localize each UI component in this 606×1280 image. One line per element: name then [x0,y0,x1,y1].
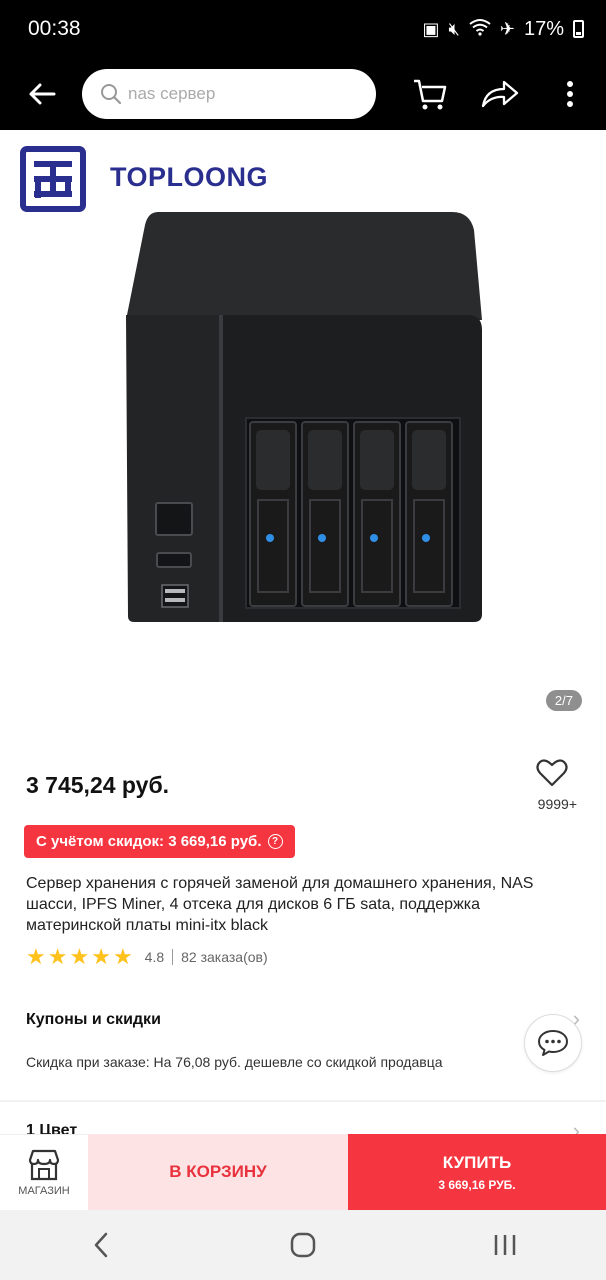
mute-icon: 🔇︎ [448,18,460,39]
wifi-icon [469,18,491,41]
top-bar [0,58,606,130]
recents-icon [494,1235,516,1255]
heart-icon [536,759,568,787]
rating-stars: ★ ★ ★ ★ ★ [26,946,133,968]
action-bar: МАГАЗИН В КОРЗИНУ КУПИТЬ 3 669,16 РУБ. [0,1134,606,1210]
star-icon: ★ [26,944,46,969]
more-vertical-icon [567,81,573,107]
more-options-button[interactable] [548,72,592,116]
battery-percent: 17% [523,17,564,40]
cart-button[interactable] [408,72,452,116]
star-icon: ★ [47,944,68,969]
nas-server-image [126,212,482,622]
shop-button[interactable]: МАГАЗИН [0,1134,88,1210]
share-icon [481,80,519,108]
search-input[interactable] [128,84,348,104]
airplane-icon: ✈ [499,18,515,39]
discount-badge[interactable]: С учётом скидок: 3 669,16 руб. ? [24,825,295,858]
product-rating[interactable]: ★ ★ ★ ★ ★ 4.8 82 заказа(ов) [26,946,268,968]
question-icon: ? [267,834,283,849]
home-circle-icon [290,1232,316,1258]
image-counter: 2/7 [545,690,582,711]
star-icon: ★ [112,944,133,969]
buy-now-button[interactable]: КУПИТЬ 3 669,16 РУБ. [348,1134,606,1210]
product-price: 3 745,24 руб. [26,772,170,798]
search-bar[interactable] [82,69,376,119]
back-button[interactable] [22,74,62,114]
status-bar: 00:38 ▣ 🔇︎ ✈ 17% [0,0,606,58]
star-icon: ★ [91,944,111,969]
nav-recents-button[interactable] [475,1220,535,1270]
chat-icon [538,1030,568,1056]
search-icon [101,84,122,105]
product-image-gallery[interactable]: TOPLOONG 2/7 [0,130,606,730]
chevron-left-icon [94,1232,108,1258]
rating-value: 4.8 [144,949,165,965]
nav-back-button[interactable] [71,1220,131,1270]
arrow-left-icon [29,83,56,105]
wishlist-count: 9999+ [537,796,577,812]
cart-icon [414,79,447,110]
battery-icon [573,20,584,38]
orders-count: 82 заказа(ов) [181,949,268,965]
section-divider [0,1100,606,1102]
buy-label: КУПИТЬ [442,1152,512,1172]
shop-label: МАГАЗИН [18,1185,70,1197]
status-icons: ▣ 🔇︎ ✈ 17% [423,18,584,41]
share-button[interactable] [478,72,522,116]
discount-badge-text: С учётом скидок: 3 669,16 руб. [36,833,262,850]
status-time: 00:38 [28,17,81,40]
store-icon [28,1149,60,1181]
divider [172,949,174,965]
star-icon: ★ [69,944,90,969]
wishlist-button[interactable] [532,758,572,793]
add-to-cart-button[interactable]: В КОРЗИНУ [88,1134,348,1210]
coupons-title[interactable]: Купоны и скидки [26,1011,161,1029]
battery-saver-icon: ▣ [422,18,440,39]
system-nav-bar [0,1210,606,1280]
nav-home-button[interactable] [273,1220,333,1270]
coupons-text: Скидка при заказе: На 76,08 руб. дешевле… [26,1054,443,1070]
product-title: Сервер хранения с горячей заменой для до… [26,875,534,934]
buy-price: 3 669,16 РУБ. [438,1177,516,1192]
chat-button[interactable] [524,1014,582,1072]
